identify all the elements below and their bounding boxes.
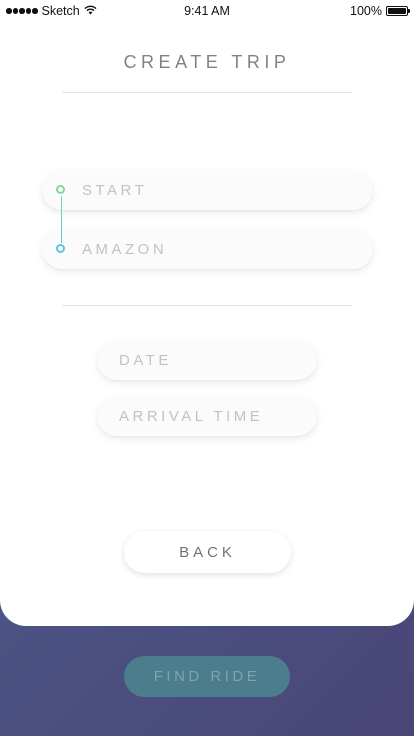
date-field[interactable] xyxy=(97,340,317,380)
battery-icon xyxy=(386,6,410,16)
battery-fill xyxy=(388,8,406,14)
section-divider xyxy=(62,305,352,306)
arrival-time-input[interactable] xyxy=(117,406,317,426)
destination-input[interactable] xyxy=(80,239,373,259)
title-divider xyxy=(62,92,352,93)
start-point-icon xyxy=(56,185,65,194)
page-title: CREATE TRIP xyxy=(123,52,291,72)
date-input[interactable] xyxy=(117,350,317,370)
route-connector-line xyxy=(60,196,62,243)
status-bar: Sketch 9:41 AM 100% xyxy=(0,0,414,22)
arrival-time-field[interactable] xyxy=(97,396,317,436)
destination-point-icon xyxy=(56,244,65,253)
destination-field[interactable] xyxy=(42,229,373,269)
battery-percent: 100% xyxy=(350,4,382,18)
start-field[interactable] xyxy=(42,170,373,210)
find-ride-button[interactable]: FIND RIDE xyxy=(124,656,290,697)
back-button[interactable]: BACK xyxy=(124,531,291,573)
status-right: 100% xyxy=(350,4,410,18)
start-input[interactable] xyxy=(80,180,373,200)
